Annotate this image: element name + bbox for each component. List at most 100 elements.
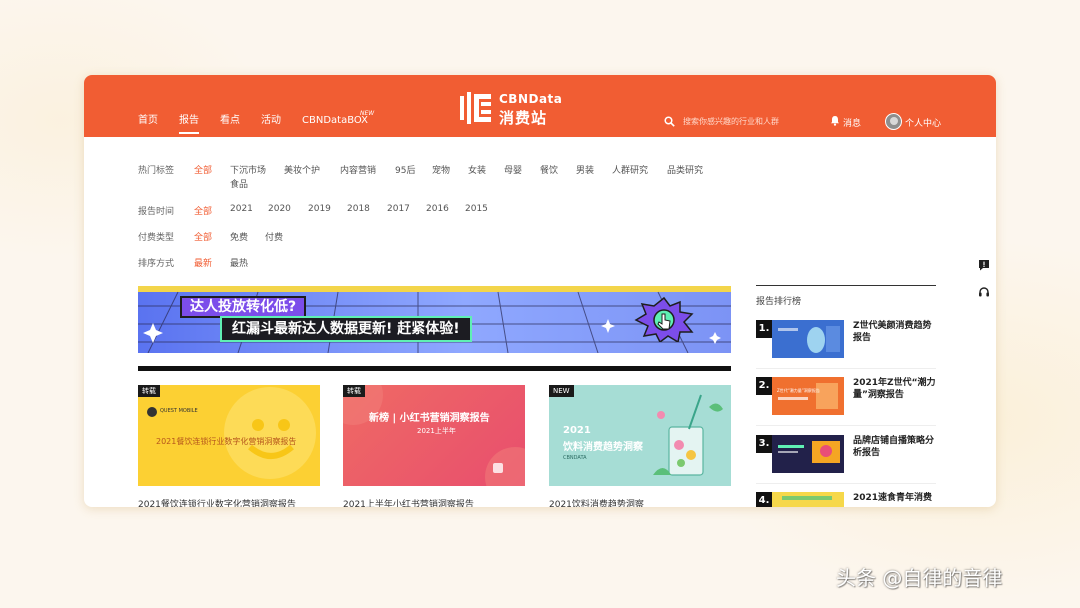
browser-frame: 首页 报告 看点 活动 CBNDataBOX NEW CBNData 消费站 搜… [84, 75, 996, 507]
cover-brand: CBNDATA [563, 455, 587, 461]
ranking-item-title[interactable]: 品牌店铺自播策略分析报告 [853, 435, 939, 459]
filter-tag-95[interactable]: 95后 [395, 163, 415, 176]
report-cover[interactable]: 转载 新榜 | 小红书营销洞察报告 2021上半年 [343, 385, 525, 486]
ranking-item-title[interactable]: Z世代美颜消费趋势报告 [853, 320, 939, 344]
filter-time-2016[interactable]: 2016 [426, 204, 449, 214]
filter-tag-maternity[interactable]: 母婴 [504, 163, 522, 176]
filter-label-report-time: 报告时间 [138, 207, 175, 217]
filter-pay-all[interactable]: 全部 [194, 230, 212, 243]
ranking-top-rule [756, 285, 936, 286]
ranking-title: 报告排行榜 [756, 297, 802, 307]
new-badge: NEW [360, 110, 375, 117]
report-cover[interactable]: 转载 QUEST MOBILE 2021餐饮连锁行业数字化营销洞察报告 [138, 385, 320, 486]
filter-label-hot-tags: 热门标签 [138, 166, 175, 176]
ranking-separator [756, 368, 936, 369]
filter-label-sort: 排序方式 [138, 259, 175, 269]
thumbnail-text: Z世代“潮力量”洞察报告 [777, 388, 820, 393]
filter-label-payment-type: 付费类型 [138, 233, 175, 243]
ranking-thumbnail[interactable] [772, 492, 844, 507]
filter-tag-categories[interactable]: 品类研究 [667, 163, 703, 176]
bell-icon[interactable] [830, 115, 840, 126]
cover-logo-text: QUEST MOBILE [160, 408, 198, 414]
report-card[interactable]: 转载 新榜 | 小红书营销洞察报告 2021上半年 2021上半年小红书营销洞察… [343, 385, 525, 507]
card-title[interactable]: 2021上半年小红书营销洞察报告 [343, 497, 474, 507]
avatar[interactable] [885, 113, 902, 130]
feedback-icon[interactable] [978, 259, 990, 271]
logo-mark-icon [460, 92, 491, 124]
cover-title: 饮料消费趋势洞察 [563, 442, 643, 453]
filter-tag-all[interactable]: 全部 [194, 163, 212, 176]
ranking-thumbnail[interactable] [772, 435, 844, 473]
ranking-item-title[interactable]: 2021速食青年消费 [853, 492, 939, 504]
banner-headline: 红漏斗最新达人数据更新! 赶紧体验! [220, 316, 472, 342]
hand-pointer-badge-icon [634, 296, 694, 342]
filter-tag-womenswear[interactable]: 女装 [468, 163, 486, 176]
card-tag: 转载 [343, 385, 365, 397]
nav-reports[interactable]: 报告 [179, 115, 199, 127]
card-tag: 转载 [138, 385, 160, 397]
logo-english: CBNData [499, 92, 563, 106]
ranking-item[interactable]: 1. Z世代美颜消费趋势报告 [756, 320, 939, 369]
user-center-link[interactable]: 个人中心 [905, 116, 941, 129]
sort-newest[interactable]: 最新 [194, 256, 212, 269]
sort-hottest[interactable]: 最热 [230, 256, 248, 269]
nav-home[interactable]: 首页 [138, 115, 158, 127]
section-divider [138, 366, 731, 371]
thumbnail-art [772, 492, 844, 507]
ranking-thumbnail[interactable]: Z世代“潮力量”洞察报告 [772, 377, 844, 415]
ranking-number: 1. [756, 320, 772, 338]
report-cover[interactable]: NEW 2021 饮料消费趋势洞察 CBNDATA [549, 385, 731, 486]
filter-time-2019[interactable]: 2019 [308, 204, 331, 214]
thumbnail-art [772, 320, 844, 358]
filter-time-2017[interactable]: 2017 [387, 204, 410, 214]
watermark-text: 头条 @自律的音律 [836, 566, 1003, 590]
thumbnail-art [772, 377, 844, 415]
filter-tag-content-marketing[interactable]: 内容营销 [340, 163, 376, 176]
filter-tag-food[interactable]: 食品 [230, 177, 248, 190]
card-title[interactable]: 2021饮料消费趋势洞察 [549, 497, 644, 507]
side-toolbar [972, 250, 996, 310]
ranking-item[interactable]: Z世代“潮力量”洞察报告 2. 2021年Z世代“潮力量”洞察报告 [756, 377, 939, 426]
ranking-thumbnail[interactable] [772, 320, 844, 358]
ranking-item-title[interactable]: 2021年Z世代“潮力量”洞察报告 [853, 377, 939, 401]
search-icon[interactable] [664, 116, 675, 127]
filter-tag-demographics[interactable]: 人群研究 [612, 163, 648, 176]
filter-time-2020[interactable]: 2020 [268, 204, 291, 214]
cbndata-logo[interactable]: CBNData 消费站 [459, 90, 567, 128]
messages-link[interactable]: 消息 [843, 116, 861, 129]
filter-pay-free[interactable]: 免费 [230, 230, 248, 243]
ranking-item[interactable]: 3. 品牌店铺自播策略分析报告 [756, 435, 939, 484]
ranking-separator [756, 425, 936, 426]
logo-chinese: 消费站 [499, 109, 548, 127]
filter-time-all[interactable]: 全部 [194, 204, 212, 217]
thumbnail-art [772, 435, 844, 473]
filter-tag-lower-tier[interactable]: 下沉市场 [230, 163, 266, 176]
headset-support-icon[interactable] [978, 286, 990, 298]
cover-year: 2021 [563, 425, 591, 436]
filter-tag-pets[interactable]: 宠物 [432, 163, 450, 176]
ranking-separator [756, 483, 936, 484]
filter-tag-beauty[interactable]: 美妆个护 [284, 163, 320, 176]
ranking-number: 2. [756, 377, 772, 395]
filter-tag-dining[interactable]: 餐饮 [540, 163, 558, 176]
top-navigation-bar: 首页 报告 看点 活动 CBNDataBOX NEW CBNData 消费站 搜… [84, 75, 996, 137]
cover-title: 新榜 | 小红书营销洞察报告 [369, 413, 490, 424]
cover-title: 2021餐饮连锁行业数字化营销洞察报告 [156, 437, 297, 446]
nav-events[interactable]: 活动 [261, 115, 281, 127]
filter-time-2018[interactable]: 2018 [347, 204, 370, 214]
nav-highlights[interactable]: 看点 [220, 115, 240, 127]
filter-pay-paid[interactable]: 付费 [265, 230, 283, 243]
nav-databox[interactable]: CBNDataBOX [302, 115, 368, 127]
report-card[interactable]: 转载 QUEST MOBILE 2021餐饮连锁行业数字化营销洞察报告 2021… [138, 385, 320, 507]
report-card[interactable]: NEW 2021 饮料消费趋势洞察 CBNDATA 2021饮料消费趋势洞察 [549, 385, 731, 507]
filter-time-2021[interactable]: 2021 [230, 204, 253, 214]
ranking-number: 4. [756, 492, 772, 507]
filter-time-2015[interactable]: 2015 [465, 204, 488, 214]
nav-active-indicator [179, 132, 199, 134]
search-input[interactable]: 搜索你感兴趣的行业和人群 [683, 116, 779, 127]
card-title[interactable]: 2021餐饮连锁行业数字化营销洞察报告 [138, 497, 296, 507]
promo-banner[interactable]: 达人投放转化低? 红漏斗最新达人数据更新! 赶紧体验! [138, 286, 731, 353]
ranking-item[interactable]: 4. 2021速食青年消费 [756, 492, 936, 507]
filter-tag-menswear[interactable]: 男装 [576, 163, 594, 176]
ranking-number: 3. [756, 435, 772, 453]
